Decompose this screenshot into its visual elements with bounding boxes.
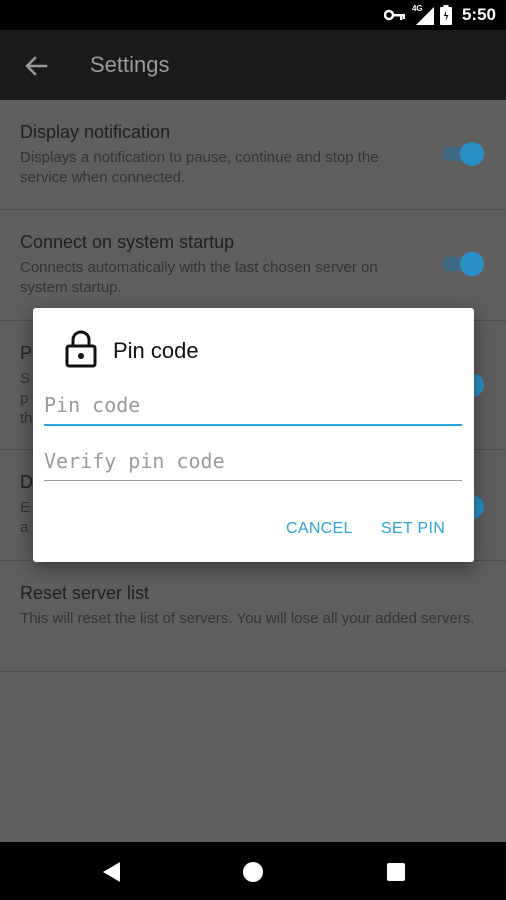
pin-code-field[interactable] (44, 390, 462, 426)
setting-title: P (20, 343, 33, 363)
pin-code-input[interactable] (44, 390, 462, 420)
lock-icon (65, 330, 97, 368)
battery-icon (439, 5, 452, 25)
setting-title: Display notification (20, 122, 171, 142)
setting-description: Displays a notification to pause, contin… (20, 149, 379, 186)
setting-connect-on-startup[interactable]: Connect on system startup Connects autom… (0, 210, 506, 321)
pin-code-dialog: Pin code CANCEL SET PIN (33, 308, 474, 562)
nav-home-icon[interactable] (241, 860, 265, 884)
cancel-button[interactable]: CANCEL (286, 520, 353, 538)
display-notification-toggle[interactable] (440, 142, 486, 166)
toggle-thumb (460, 252, 484, 276)
toggle-thumb (460, 142, 484, 166)
back-arrow-icon[interactable] (20, 50, 52, 82)
setting-title: Reset server list (20, 583, 150, 603)
verify-pin-underline (44, 480, 462, 481)
verify-pin-code-input[interactable] (44, 446, 462, 476)
setting-title: D (20, 472, 33, 492)
set-pin-button[interactable]: SET PIN (381, 520, 445, 538)
app-bar: Settings (0, 30, 506, 100)
navigation-bar (0, 842, 506, 900)
status-time: 5:50 (461, 5, 496, 24)
setting-reset-server-list[interactable]: Reset server list This will reset the li… (0, 561, 506, 672)
setting-description: This will reset the list of servers. You… (20, 610, 475, 627)
nav-back-icon[interactable] (100, 860, 124, 884)
status-icons: 4G 5:50 (383, 0, 496, 30)
connect-on-startup-toggle[interactable] (440, 252, 486, 276)
page-title: Settings (90, 52, 170, 77)
nav-recents-icon[interactable] (384, 860, 408, 884)
setting-title: Connect on system startup (20, 232, 235, 252)
signal-indicator: 4G (412, 4, 434, 25)
verify-pin-code-field[interactable] (44, 446, 462, 481)
key-icon (383, 9, 405, 21)
dialog-title: Pin code (113, 338, 199, 363)
pin-code-underline (44, 424, 462, 426)
setting-description: Connects automatically with the last cho… (20, 259, 378, 296)
status-bar: 4G 5:50 (0, 0, 506, 30)
setting-display-notification[interactable]: Display notification Displays a notifica… (0, 100, 506, 210)
signal-icon (415, 7, 434, 25)
